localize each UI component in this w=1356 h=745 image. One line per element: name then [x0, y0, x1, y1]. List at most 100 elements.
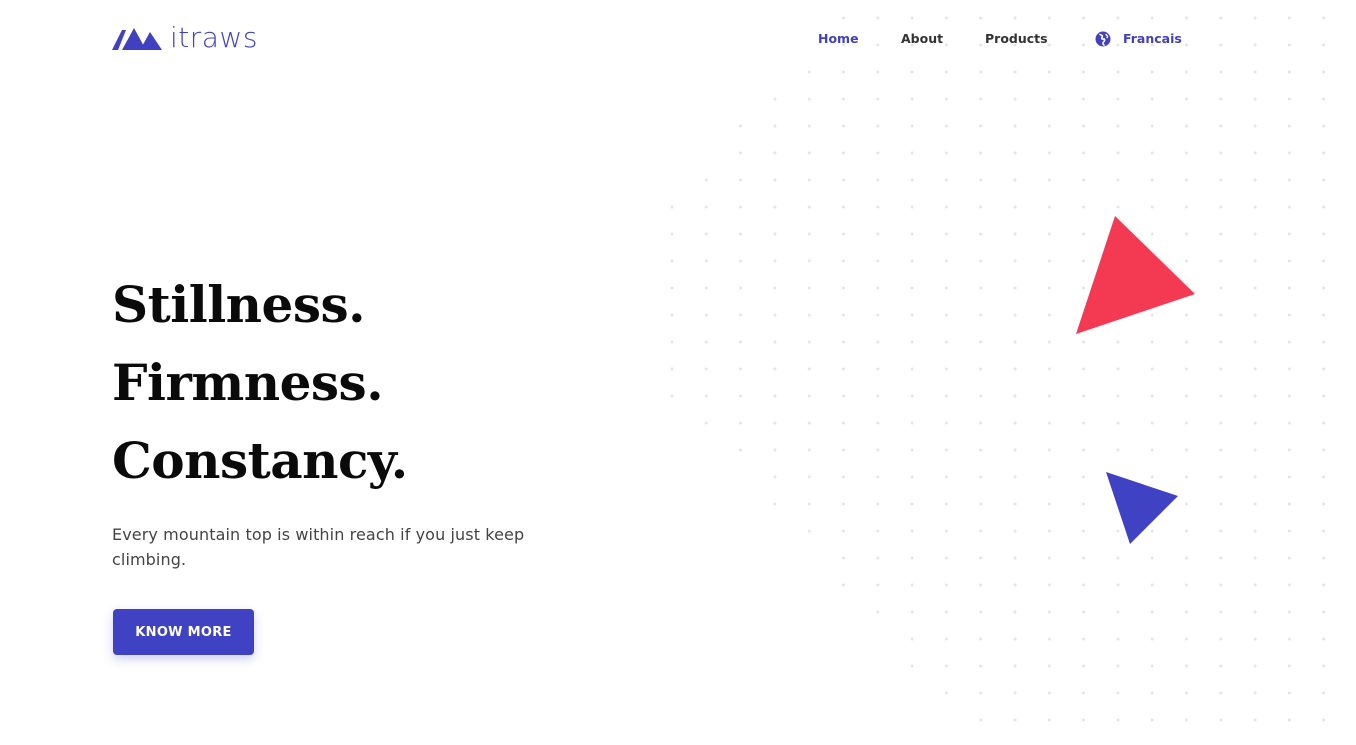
- background-dot: [807, 97, 811, 101]
- background-dot: [842, 421, 845, 425]
- background-dot: [1185, 178, 1188, 182]
- background-dot: [979, 718, 983, 722]
- background-dot: [704, 232, 708, 236]
- background-dot: [1150, 664, 1154, 668]
- background-dot: [1013, 691, 1017, 695]
- background-dot: [1116, 70, 1120, 74]
- background-dot: [1116, 367, 1120, 371]
- background-dot: [842, 124, 845, 128]
- nav-item-about[interactable]: About: [901, 30, 943, 48]
- background-dot: [1322, 610, 1326, 614]
- background-dot: [807, 394, 811, 398]
- nav-item-home[interactable]: Home: [818, 30, 859, 48]
- background-dot: [739, 340, 743, 344]
- background-dot: [1253, 502, 1257, 506]
- background-dot: [1047, 475, 1051, 479]
- background-dot: [1082, 70, 1086, 74]
- background-dot: [1185, 70, 1188, 74]
- background-dot: [1185, 718, 1188, 722]
- background-dot: [944, 610, 948, 614]
- background-dot: [1150, 151, 1154, 155]
- background-dot: [1082, 97, 1086, 101]
- background-dot: [1287, 124, 1291, 128]
- background-dot: [807, 232, 811, 236]
- background-dot: [1013, 124, 1017, 128]
- background-dot: [1322, 664, 1326, 668]
- background-dot: [773, 178, 777, 182]
- background-dot: [1322, 529, 1326, 533]
- headline-line-2: Firmness.: [112, 353, 384, 412]
- background-dot: [1150, 178, 1154, 182]
- nav-item-products[interactable]: Products: [985, 30, 1048, 48]
- background-dot: [670, 205, 674, 209]
- background-dot: [1082, 151, 1086, 155]
- language-switcher[interactable]: Francais: [1095, 30, 1182, 48]
- background-dot: [807, 70, 811, 74]
- background-dot: [1253, 97, 1257, 101]
- background-dot: [1082, 529, 1086, 533]
- background-dot: [1219, 448, 1223, 452]
- background-dot: [807, 502, 811, 506]
- background-dot: [1253, 70, 1257, 74]
- background-dot: [842, 232, 845, 236]
- background-dot: [1253, 583, 1257, 587]
- background-dot: [876, 610, 880, 614]
- background-dot: [1116, 448, 1120, 452]
- background-dot: [1322, 70, 1326, 74]
- background-dot: [910, 259, 914, 263]
- background-dot: [1287, 475, 1291, 479]
- background-dot: [910, 286, 914, 290]
- background-dot: [807, 151, 811, 155]
- background-dot: [1047, 259, 1051, 263]
- background-dot: [944, 664, 948, 668]
- background-dot: [1013, 475, 1017, 479]
- background-dot: [1219, 286, 1223, 290]
- background-dot: [1322, 718, 1326, 722]
- background-dot: [876, 502, 880, 506]
- background-dot: [910, 178, 914, 182]
- background-dot: [842, 16, 845, 20]
- background-dot: [1185, 16, 1188, 20]
- background-dot: [1013, 394, 1017, 398]
- background-dot: [1287, 448, 1291, 452]
- background-dot: [1322, 205, 1326, 209]
- background-dot: [876, 367, 880, 371]
- background-dot: [1287, 583, 1291, 587]
- background-dot: [1150, 691, 1154, 695]
- background-dot: [670, 367, 674, 371]
- background-dot: [944, 556, 948, 560]
- background-dot: [910, 448, 914, 452]
- background-dot: [704, 286, 708, 290]
- background-dot: [979, 637, 983, 641]
- background-dot: [842, 178, 845, 182]
- background-dot: [979, 421, 983, 425]
- background-dot: [807, 475, 811, 479]
- background-dot: [773, 394, 777, 398]
- background-dot: [1047, 394, 1051, 398]
- background-dot: [944, 340, 948, 344]
- red-triangle-shape: [1076, 216, 1195, 334]
- background-dot: [773, 97, 777, 101]
- background-dot: [1116, 691, 1120, 695]
- background-dot: [910, 475, 914, 479]
- background-dot: [807, 340, 811, 344]
- background-dot: [1047, 583, 1051, 587]
- background-dot: [1116, 205, 1120, 209]
- background-dot: [979, 664, 983, 668]
- background-dot: [807, 421, 811, 425]
- headline-line-1: Stillness.: [112, 275, 366, 334]
- background-dot: [1013, 367, 1017, 371]
- background-dot: [1013, 259, 1017, 263]
- background-dot: [1082, 421, 1086, 425]
- background-dot: [1287, 286, 1291, 290]
- background-dot: [1013, 16, 1017, 20]
- background-dot: [1219, 610, 1223, 614]
- background-dot: [773, 475, 777, 479]
- background-dot: [842, 259, 845, 263]
- background-dot: [842, 394, 845, 398]
- background-dot: [1150, 448, 1154, 452]
- background-dot: [1047, 178, 1051, 182]
- background-dot: [1150, 340, 1154, 344]
- background-dot: [1253, 16, 1257, 20]
- know-more-button[interactable]: KNOW MORE: [113, 609, 254, 655]
